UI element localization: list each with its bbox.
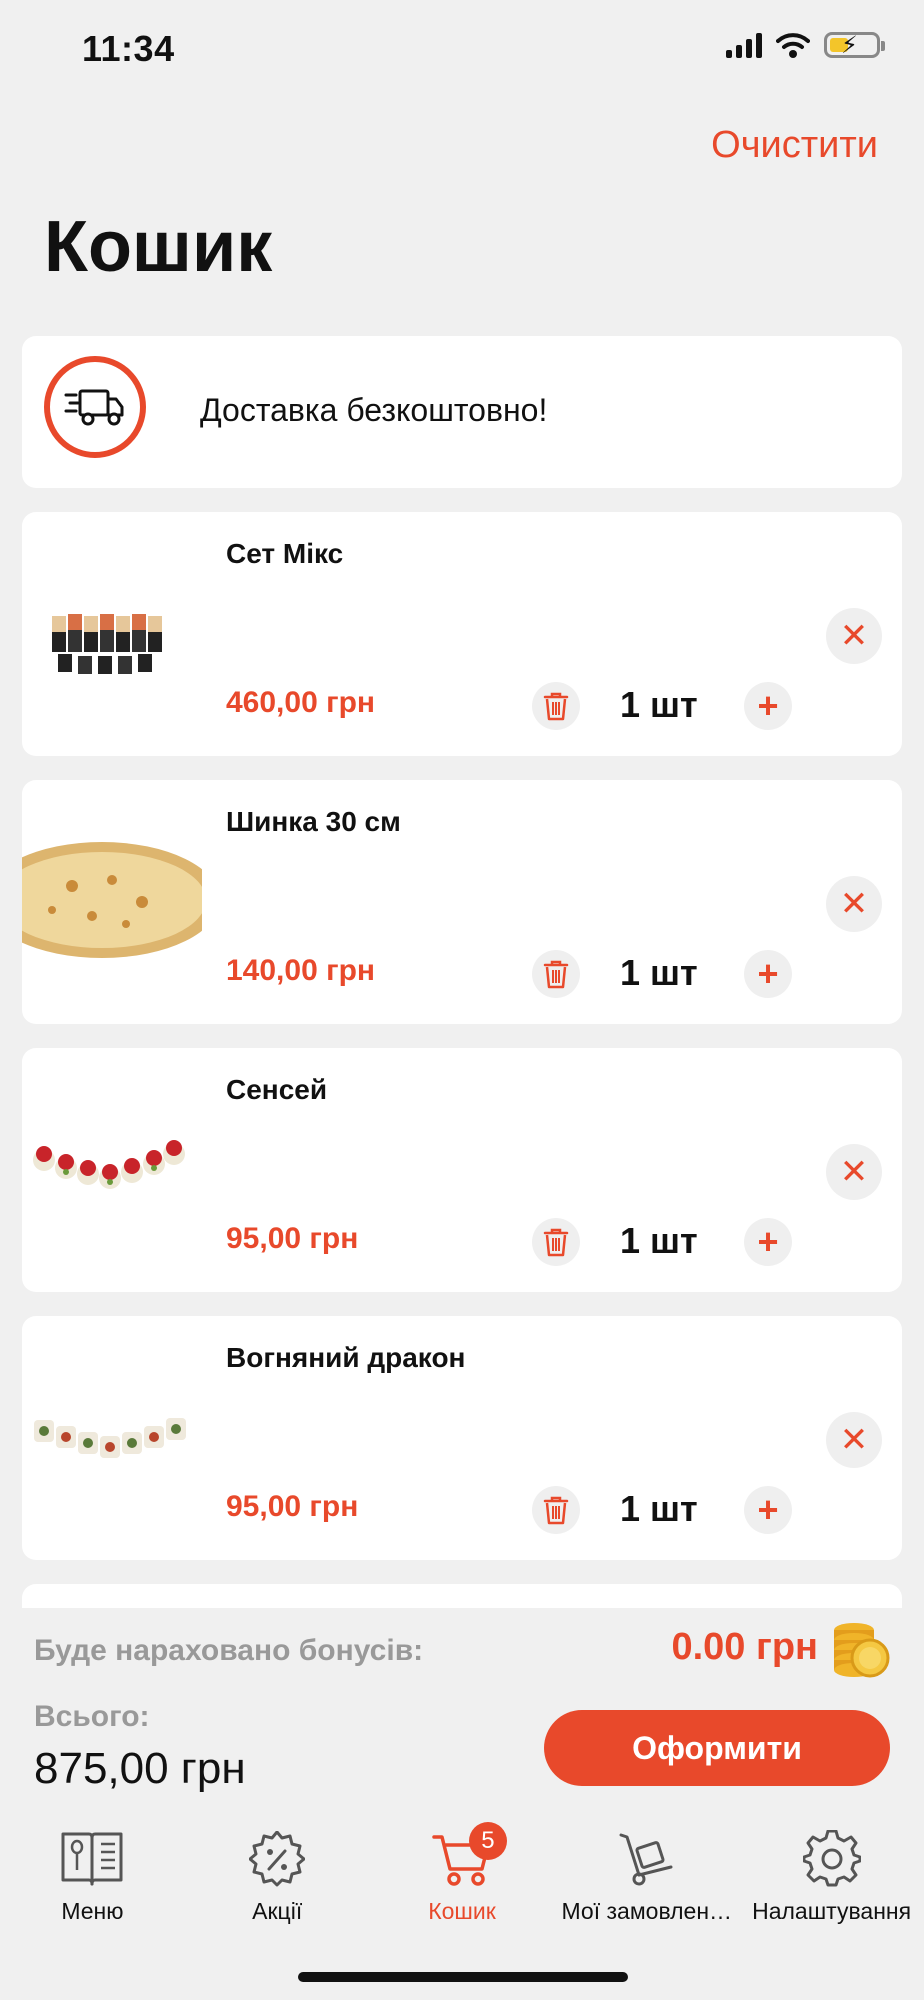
cellular-signal-icon <box>726 32 762 58</box>
cart-icon: 5 <box>427 1822 507 1890</box>
menu-book-icon <box>57 1828 127 1890</box>
hand-truck-icon <box>612 1828 682 1890</box>
total-label: Всього: <box>34 1700 150 1733</box>
trash-icon <box>543 960 569 989</box>
tab-my-orders[interactable]: Мої замовлен… <box>554 1816 739 1956</box>
increase-quantity-button[interactable]: + <box>744 950 792 998</box>
item-price: 140,00 грн <box>226 954 376 987</box>
discount-gear-icon <box>242 1828 312 1890</box>
delivery-truck-icon <box>44 356 146 458</box>
increase-quantity-button[interactable]: + <box>744 682 792 730</box>
bonus-label: Буде нараховано бонусів: <box>34 1634 424 1667</box>
plus-icon: + <box>757 953 779 994</box>
item-price: 460,00 грн <box>226 686 376 719</box>
item-quantity: 1 шт <box>620 952 698 993</box>
item-name: Сенсей <box>226 1074 328 1105</box>
tab-label: Мої замовлен… <box>561 1898 733 1924</box>
coins-icon <box>834 1623 890 1678</box>
remove-item-button[interactable]: ✕ <box>826 1412 882 1468</box>
close-icon: ✕ <box>839 1153 869 1191</box>
decrease-quantity-button[interactable] <box>532 682 580 730</box>
trash-icon <box>543 1228 569 1257</box>
plus-icon: + <box>757 685 779 726</box>
tab-label: Налаштування <box>752 1898 912 1924</box>
close-icon: ✕ <box>839 617 869 655</box>
tab-label: Акції <box>252 1898 303 1924</box>
gear-icon <box>797 1828 867 1890</box>
page-title: Кошик <box>44 207 273 287</box>
item-price: 95,00 грн <box>226 1222 359 1255</box>
product-image <box>52 614 162 674</box>
tab-settings[interactable]: Налаштування <box>739 1816 924 1956</box>
decrease-quantity-button[interactable] <box>532 1218 580 1266</box>
plus-icon: + <box>757 1221 779 1262</box>
cart-count-badge: 5 <box>468 1822 507 1860</box>
decrease-quantity-button[interactable] <box>532 1486 580 1534</box>
checkout-button[interactable]: Оформити <box>544 1710 890 1786</box>
decrease-quantity-button[interactable] <box>532 950 580 998</box>
cart-item: Вогняний дракон 95,00 грн 1 шт + ✕ <box>22 1316 902 1560</box>
home-indicator <box>298 1972 628 1982</box>
cart-item: Сенсей 95,00 грн 1 шт + ✕ <box>22 1048 902 1292</box>
tab-menu[interactable]: Меню <box>0 1816 185 1956</box>
item-name: Вогняний дракон <box>226 1342 466 1373</box>
tab-promotions[interactable]: Акції <box>185 1816 370 1956</box>
order-summary: Буде нараховано бонусів: 0.00 грн Всього… <box>0 1608 924 1808</box>
battery-icon: ⚡ <box>824 32 885 59</box>
close-icon: ✕ <box>839 885 869 923</box>
tab-label: Меню <box>61 1898 124 1924</box>
item-quantity: 1 шт <box>620 1488 698 1529</box>
tab-bar: Меню Акції 5 Кошик Мої замовлен… Налашту… <box>0 1816 924 1956</box>
product-image <box>34 1418 186 1458</box>
remove-item-button[interactable]: ✕ <box>826 608 882 664</box>
close-icon: ✕ <box>839 1421 869 1459</box>
delivery-text: Доставка безкоштовно! <box>200 392 548 428</box>
item-quantity: 1 шт <box>620 684 698 725</box>
product-image <box>33 1140 185 1189</box>
item-name: Шинка 30 см <box>226 806 401 837</box>
tab-cart[interactable]: 5 Кошик <box>370 1816 555 1956</box>
wifi-icon <box>776 33 810 58</box>
plus-icon: + <box>757 1489 779 1530</box>
increase-quantity-button[interactable]: + <box>744 1486 792 1534</box>
increase-quantity-button[interactable]: + <box>744 1218 792 1266</box>
total-value: 875,00 грн <box>34 1744 246 1793</box>
status-time: 11:34 <box>82 28 175 69</box>
product-image <box>22 842 202 958</box>
status-icons: ⚡ <box>726 32 885 59</box>
cart-item: Сет Мікс 460,00 грн 1 шт + ✕ <box>22 512 902 756</box>
bonus-value: 0.00 грн <box>671 1626 818 1668</box>
item-name: Сет Мікс <box>226 538 344 569</box>
remove-item-button[interactable]: ✕ <box>826 1144 882 1200</box>
item-quantity: 1 шт <box>620 1220 698 1261</box>
trash-icon <box>543 1496 569 1525</box>
trash-icon <box>543 692 569 721</box>
remove-item-button[interactable]: ✕ <box>826 876 882 932</box>
item-price: 95,00 грн <box>226 1490 359 1523</box>
clear-cart-button[interactable]: Очистити <box>711 124 878 167</box>
tab-label: Кошик <box>428 1898 496 1924</box>
cart-item: Шинка 30 см 140,00 грн 1 шт + ✕ <box>22 780 902 1024</box>
delivery-banner: Доставка безкоштовно! <box>22 336 902 488</box>
